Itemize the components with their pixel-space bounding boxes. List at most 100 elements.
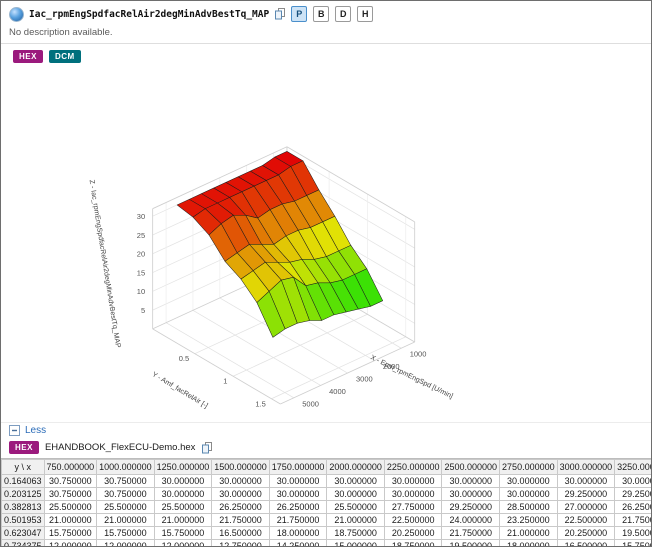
map-value-cell[interactable]: 30.000000 <box>500 488 558 501</box>
map-value-cell[interactable]: 21.750000 <box>442 527 500 540</box>
map-value-cell[interactable]: 15.750000 <box>154 527 212 540</box>
map-value-cell[interactable]: 22.500000 <box>557 514 615 527</box>
map-value-cell[interactable]: 21.750000 <box>212 514 270 527</box>
tick-label: 1000 <box>410 350 427 359</box>
y-row-header[interactable]: 0.382813 <box>2 501 45 514</box>
map-value-cell[interactable]: 21.750000 <box>269 514 327 527</box>
map-value-cell[interactable]: 12.000000 <box>154 540 212 547</box>
view-button-h[interactable]: H <box>357 6 373 22</box>
map-value-cell[interactable]: 26.250000 <box>615 501 651 514</box>
map-value-cell[interactable]: 22.500000 <box>384 514 442 527</box>
x-column-header[interactable]: 2750.000000 <box>500 460 558 475</box>
x-column-header[interactable]: 3000.000000 <box>557 460 615 475</box>
map-value-cell[interactable]: 30.000000 <box>212 475 270 488</box>
map-value-cell[interactable]: 30.750000 <box>44 475 97 488</box>
map-value-cell[interactable]: 18.750000 <box>327 527 385 540</box>
view-button-p[interactable]: P <box>291 6 307 22</box>
map-value-cell[interactable]: 30.000000 <box>327 488 385 501</box>
map-value-cell[interactable]: 29.250000 <box>615 488 651 501</box>
map-value-cell[interactable]: 12.750000 <box>212 540 270 547</box>
tick-label: 5 <box>141 306 145 315</box>
map-value-cell[interactable]: 23.250000 <box>500 514 558 527</box>
tick-label: 1.5 <box>255 399 265 408</box>
map-value-cell[interactable]: 25.500000 <box>97 501 155 514</box>
x-column-header[interactable]: 2000.000000 <box>327 460 385 475</box>
map-value-cell[interactable]: 21.000000 <box>44 514 97 527</box>
map-value-cell[interactable]: 30.750000 <box>97 475 155 488</box>
map-value-cell[interactable]: 16.500000 <box>212 527 270 540</box>
map-value-cell[interactable]: 30.000000 <box>212 488 270 501</box>
map-value-cell[interactable]: 21.000000 <box>500 527 558 540</box>
x-column-header[interactable]: 2250.000000 <box>384 460 442 475</box>
map-value-cell[interactable]: 21.000000 <box>97 514 155 527</box>
x-column-header[interactable]: 3250.000000 <box>615 460 651 475</box>
map-value-cell[interactable]: 30.000000 <box>442 475 500 488</box>
map-value-cell[interactable]: 30.000000 <box>442 488 500 501</box>
z-axis-label: Z - Iac_rpmEngSpdfacRelAir2degMinAdvBest… <box>88 179 122 348</box>
map-value-cell[interactable]: 16.500000 <box>557 540 615 547</box>
x-column-header[interactable]: 1000.000000 <box>97 460 155 475</box>
map-value-cell[interactable]: 29.250000 <box>557 488 615 501</box>
map-value-cell[interactable]: 15.750000 <box>615 540 651 547</box>
map-value-cell[interactable]: 19.500000 <box>615 527 651 540</box>
view-button-b[interactable]: B <box>313 6 329 22</box>
view-button-d[interactable]: D <box>335 6 351 22</box>
map-value-cell[interactable]: 12.000000 <box>44 540 97 547</box>
x-column-header[interactable]: 1750.000000 <box>269 460 327 475</box>
tick-label: 3000 <box>356 374 373 383</box>
map-value-cell[interactable]: 25.500000 <box>327 501 385 514</box>
map-value-cell[interactable]: 30.000000 <box>269 488 327 501</box>
map-value-cell[interactable]: 28.500000 <box>500 501 558 514</box>
map-value-cell[interactable]: 27.000000 <box>557 501 615 514</box>
map-value-cell[interactable]: 30.000000 <box>154 488 212 501</box>
map-value-cell[interactable]: 15.000000 <box>327 540 385 547</box>
map-value-cell[interactable]: 15.750000 <box>44 527 97 540</box>
map-value-cell[interactable]: 29.250000 <box>442 501 500 514</box>
map-value-cell[interactable]: 19.500000 <box>442 540 500 547</box>
table-row: 0.20312530.75000030.75000030.00000030.00… <box>2 488 652 501</box>
map-value-cell[interactable]: 30.000000 <box>327 475 385 488</box>
map-value-cell[interactable]: 25.500000 <box>154 501 212 514</box>
map-value-cell[interactable]: 12.000000 <box>97 540 155 547</box>
x-column-header[interactable]: 750.000000 <box>44 460 97 475</box>
map-value-cell[interactable]: 26.250000 <box>269 501 327 514</box>
map-value-cell[interactable]: 30.750000 <box>97 488 155 501</box>
x-column-header[interactable]: 1250.000000 <box>154 460 212 475</box>
map-value-cell[interactable]: 14.250000 <box>269 540 327 547</box>
x-column-header[interactable]: 2500.000000 <box>442 460 500 475</box>
map-value-cell[interactable]: 27.750000 <box>384 501 442 514</box>
map-value-cell[interactable]: 18.000000 <box>500 540 558 547</box>
map-value-cell[interactable]: 25.500000 <box>44 501 97 514</box>
y-row-header[interactable]: 0.164063 <box>2 475 45 488</box>
map-value-cell[interactable]: 30.000000 <box>154 475 212 488</box>
map-value-cell[interactable]: 15.750000 <box>97 527 155 540</box>
y-row-header[interactable]: 0.203125 <box>2 488 45 501</box>
y-row-header[interactable]: 0.734375 <box>2 540 45 547</box>
map-value-cell[interactable]: 30.000000 <box>615 475 651 488</box>
map-value-cell[interactable]: 30.000000 <box>500 475 558 488</box>
map-value-cell[interactable]: 18.000000 <box>269 527 327 540</box>
map-value-cell[interactable]: 21.000000 <box>154 514 212 527</box>
y-row-header[interactable]: 0.623047 <box>2 527 45 540</box>
map-value-cell[interactable]: 18.750000 <box>384 540 442 547</box>
map-value-cell[interactable]: 30.000000 <box>269 475 327 488</box>
map-value-cell[interactable]: 30.750000 <box>44 488 97 501</box>
map-value-cell[interactable]: 20.250000 <box>557 527 615 540</box>
less-link[interactable]: Less <box>25 425 46 436</box>
map-value-cell[interactable]: 21.750000 <box>615 514 651 527</box>
map-value-cell[interactable]: 30.000000 <box>384 488 442 501</box>
y-row-header[interactable]: 0.501953 <box>2 514 45 527</box>
collapse-icon[interactable] <box>9 425 20 436</box>
x-column-header[interactable]: 1500.000000 <box>212 460 270 475</box>
table-row: 0.16406330.75000030.75000030.00000030.00… <box>2 475 652 488</box>
map-value-cell[interactable]: 20.250000 <box>384 527 442 540</box>
map-value-cell[interactable]: 24.000000 <box>442 514 500 527</box>
surface-3d-chart[interactable]: 51015202530100020003000400050000.511.5Z … <box>5 65 475 420</box>
format-badges: HEX DCM <box>1 44 651 65</box>
map-value-cell[interactable]: 21.000000 <box>327 514 385 527</box>
map-value-cell[interactable]: 26.250000 <box>212 501 270 514</box>
map-value-cell[interactable]: 30.000000 <box>384 475 442 488</box>
map-value-cell[interactable]: 30.000000 <box>557 475 615 488</box>
copy-file-icon[interactable] <box>201 441 213 454</box>
copy-title-icon[interactable] <box>274 8 286 21</box>
